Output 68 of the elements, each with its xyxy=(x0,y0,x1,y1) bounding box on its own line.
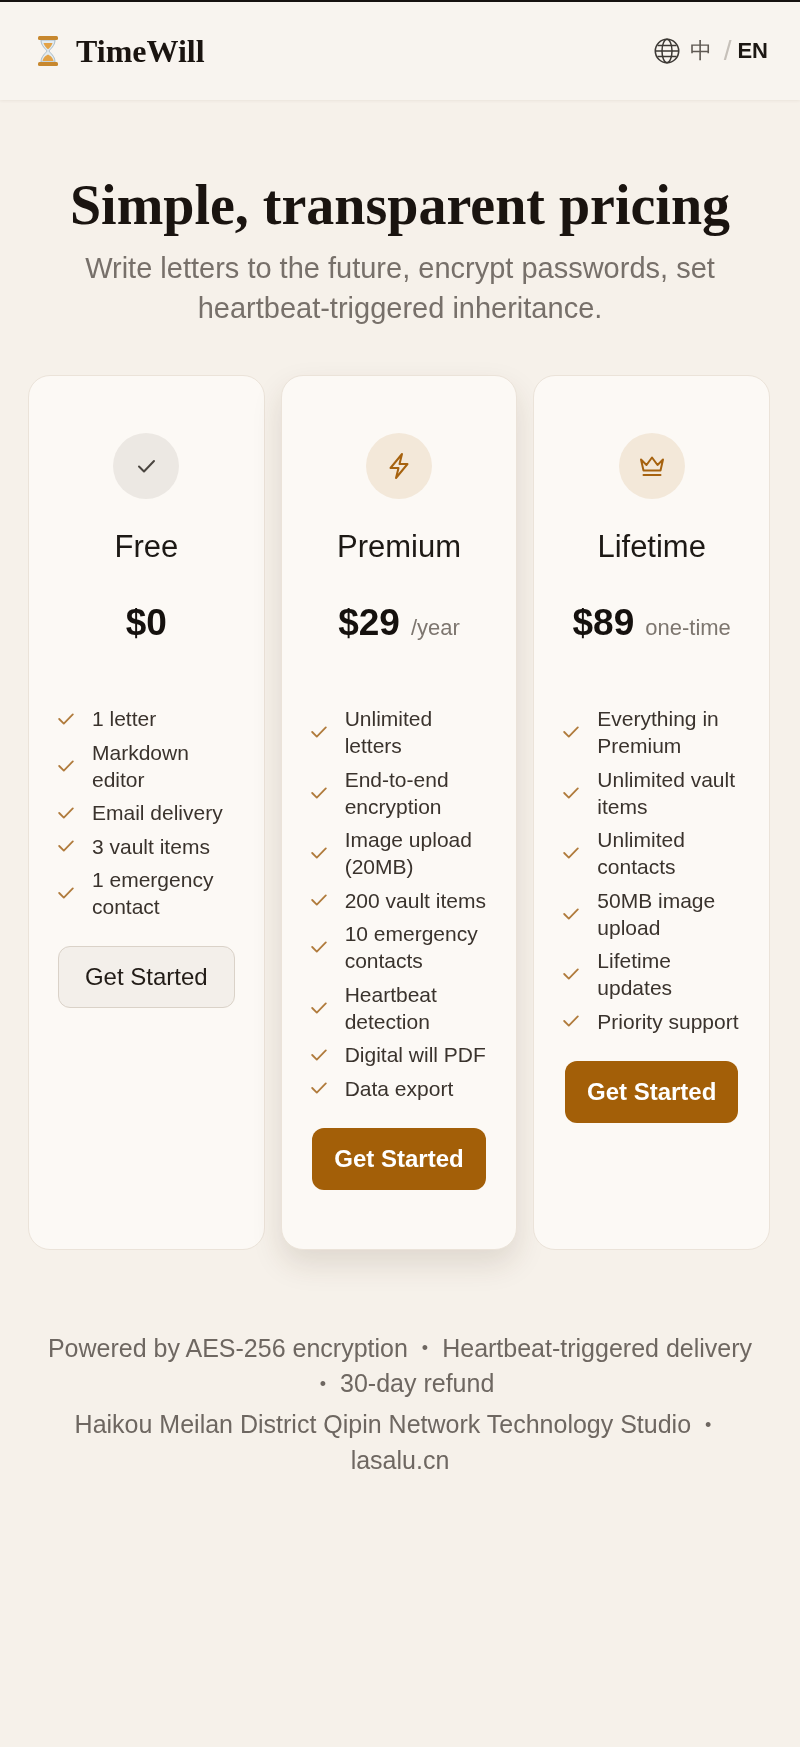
get-started-button[interactable]: Get Started xyxy=(57,946,235,1008)
footer-text: Powered by AES-256 encryption xyxy=(47,1333,408,1362)
check-icon xyxy=(58,840,74,852)
language-option[interactable]: EN xyxy=(737,36,768,66)
plan-price: $0 xyxy=(125,601,167,645)
feature-text: 1 letter xyxy=(92,706,158,732)
footer-text: Haikou Meilan District Qipin Network Technology Studio xyxy=(74,1410,692,1439)
footer-text: Heartbeat-triggered delivery xyxy=(442,1333,753,1362)
get-started-button[interactable]: Get Started xyxy=(564,1060,739,1123)
check-icon xyxy=(563,726,580,738)
check-icon xyxy=(58,887,74,899)
feature-text: Unlimited contacts xyxy=(597,827,686,880)
check-icon xyxy=(310,1048,327,1061)
feature-text: Email delivery xyxy=(92,800,224,826)
logo-text: TimeWill xyxy=(76,32,205,71)
bullet-separator: • xyxy=(705,1414,712,1438)
check-icon xyxy=(563,847,580,859)
feature-text: 3 vault items xyxy=(92,833,211,860)
feature-text: Unlimited vault items xyxy=(597,766,737,820)
footer-text: 30-day refund xyxy=(340,1369,495,1398)
check-icon xyxy=(310,726,327,738)
feature-text: Unlimited letters xyxy=(344,706,434,759)
plan-price: $89 xyxy=(572,601,635,645)
get-started-button[interactable]: Get Started xyxy=(312,1127,486,1190)
check-icon xyxy=(58,712,74,725)
checkmark-icon xyxy=(113,433,180,499)
language-separator: / xyxy=(723,36,732,66)
feature-text: Markdown editor xyxy=(92,739,190,793)
bullet-separator: • xyxy=(319,1373,326,1397)
lightning-icon xyxy=(366,433,432,499)
language-option[interactable]: 中 xyxy=(689,36,712,66)
globe-icon xyxy=(653,38,680,64)
feature-text: 1 emergency contact xyxy=(92,867,215,920)
page-subtitle: Write letters to the future, encrypt passwords, set heartbeat-triggered inheritance. xyxy=(84,251,716,326)
plan-name: Premium xyxy=(337,529,461,565)
check-icon xyxy=(310,786,327,799)
feature-text: Heartbeat detection xyxy=(344,981,438,1035)
check-icon xyxy=(310,847,327,859)
feature-text: End-to-end encryption xyxy=(344,766,450,820)
feature-text: Lifetime updates xyxy=(597,948,674,1001)
check-icon xyxy=(58,806,74,819)
feature-text: Image upload (20MB) xyxy=(344,827,473,880)
feature-text: Everything in Premium xyxy=(597,706,720,759)
price-period: one-time xyxy=(645,615,731,641)
feature-text: Data export xyxy=(344,1075,455,1102)
check-icon xyxy=(310,1082,327,1094)
bullet-separator: • xyxy=(421,1337,429,1361)
page-title: Simple, transparent pricing xyxy=(68,173,732,237)
price-period: /year xyxy=(410,615,460,641)
crown-icon xyxy=(618,433,685,499)
check-icon xyxy=(58,759,74,772)
check-icon xyxy=(310,1001,327,1014)
check-icon xyxy=(563,1015,580,1027)
plan-price: $29 xyxy=(338,601,400,645)
check-icon xyxy=(310,894,327,906)
feature-text: Digital will PDF xyxy=(344,1042,487,1068)
feature-text: 200 vault items xyxy=(344,887,487,914)
plan-name: Lifetime xyxy=(597,529,706,565)
feature-text: Priority support xyxy=(597,1008,740,1035)
check-icon xyxy=(563,968,580,980)
feature-text: 50MB image upload xyxy=(597,887,717,941)
footer-text: lasalu.cn xyxy=(350,1446,450,1475)
check-icon xyxy=(563,786,580,799)
check-icon xyxy=(310,941,327,953)
check-icon xyxy=(563,907,580,920)
feature-text: 10 emergency contacts xyxy=(344,921,479,974)
plan-name: Free xyxy=(114,529,179,565)
hourglass-icon xyxy=(36,35,60,67)
